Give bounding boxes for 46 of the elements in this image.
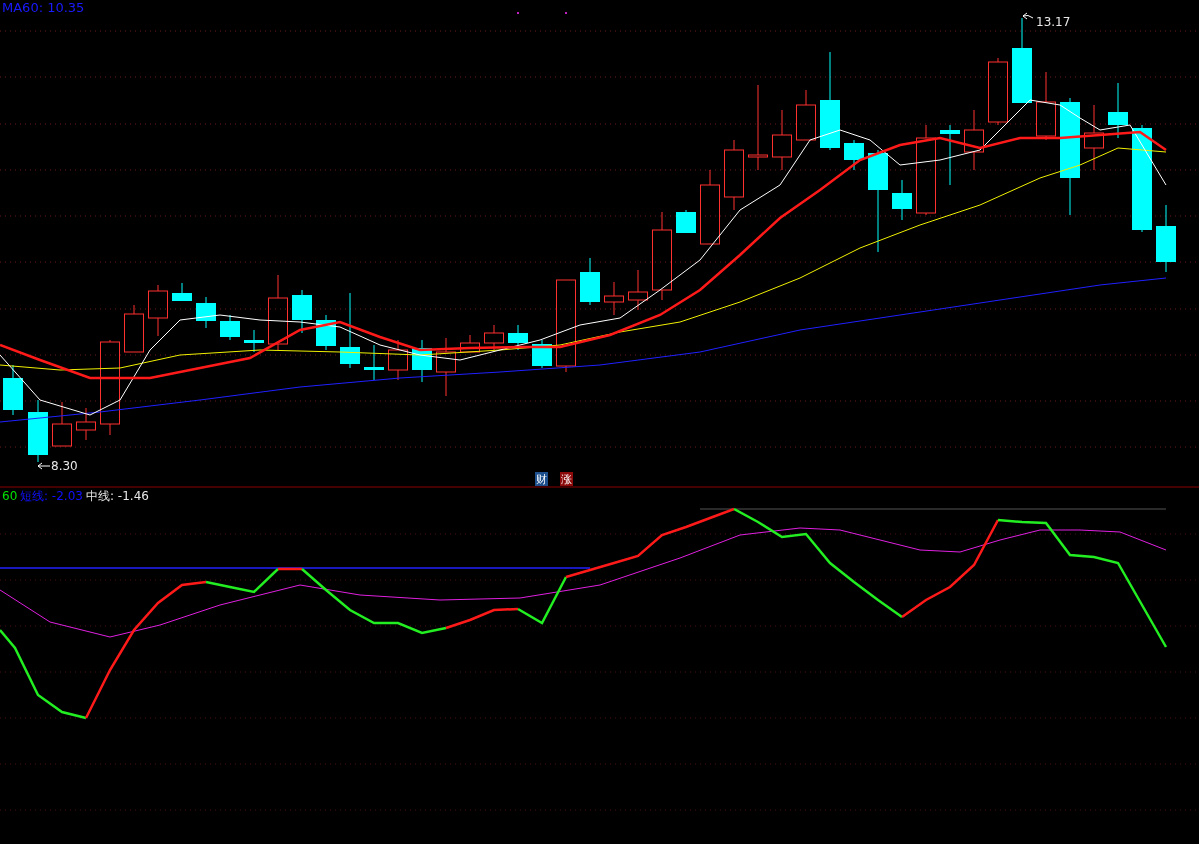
indicator-label: 60 bbox=[2, 489, 18, 503]
candlestick bbox=[1036, 71, 1056, 141]
candlestick bbox=[604, 281, 624, 316]
indicator-label: 中线: -1.46 bbox=[86, 489, 149, 503]
candlestick bbox=[508, 324, 528, 351]
candlestick bbox=[124, 304, 144, 353]
candlestick bbox=[892, 179, 912, 221]
candlestick bbox=[532, 339, 552, 369]
candlestick bbox=[724, 139, 744, 211]
arrow-icon bbox=[1022, 12, 1034, 20]
candlestick bbox=[436, 337, 456, 397]
candlestick bbox=[1156, 204, 1176, 273]
candlestick bbox=[196, 296, 216, 329]
candlestick bbox=[1084, 104, 1104, 171]
candlestick bbox=[628, 269, 648, 311]
candlestick bbox=[580, 257, 600, 306]
candlestick bbox=[3, 364, 23, 416]
candlestick bbox=[28, 399, 48, 463]
candlestick bbox=[412, 339, 432, 383]
candlestick bbox=[796, 89, 816, 141]
candlestick bbox=[364, 344, 384, 381]
signal-badge: 财 bbox=[535, 472, 548, 486]
candlestick bbox=[940, 124, 960, 186]
price-label: 13.17 bbox=[1036, 15, 1071, 29]
candlestick bbox=[220, 314, 240, 341]
candlestick bbox=[844, 139, 864, 171]
candlestick bbox=[316, 314, 336, 351]
price-label: 8.30 bbox=[51, 459, 78, 473]
candlestick bbox=[772, 109, 792, 171]
candlestick bbox=[988, 57, 1008, 126]
candlestick bbox=[460, 334, 480, 353]
candlestick bbox=[76, 407, 96, 441]
indicator-label: 短线: -2.03 bbox=[20, 489, 83, 503]
signal-badge: 涨 bbox=[560, 472, 573, 486]
candlestick bbox=[964, 109, 984, 171]
candlestick bbox=[244, 329, 264, 353]
indicator-label: MA60: 10.35 bbox=[2, 0, 85, 15]
arrow-icon bbox=[37, 462, 51, 470]
candlestick bbox=[676, 209, 696, 234]
candlestick bbox=[1108, 82, 1128, 139]
candlestick bbox=[172, 282, 192, 302]
candlestick bbox=[388, 339, 408, 381]
candlestick bbox=[292, 289, 312, 334]
candlestick bbox=[148, 284, 168, 337]
candlestick bbox=[484, 324, 504, 351]
candlestick bbox=[52, 401, 72, 447]
